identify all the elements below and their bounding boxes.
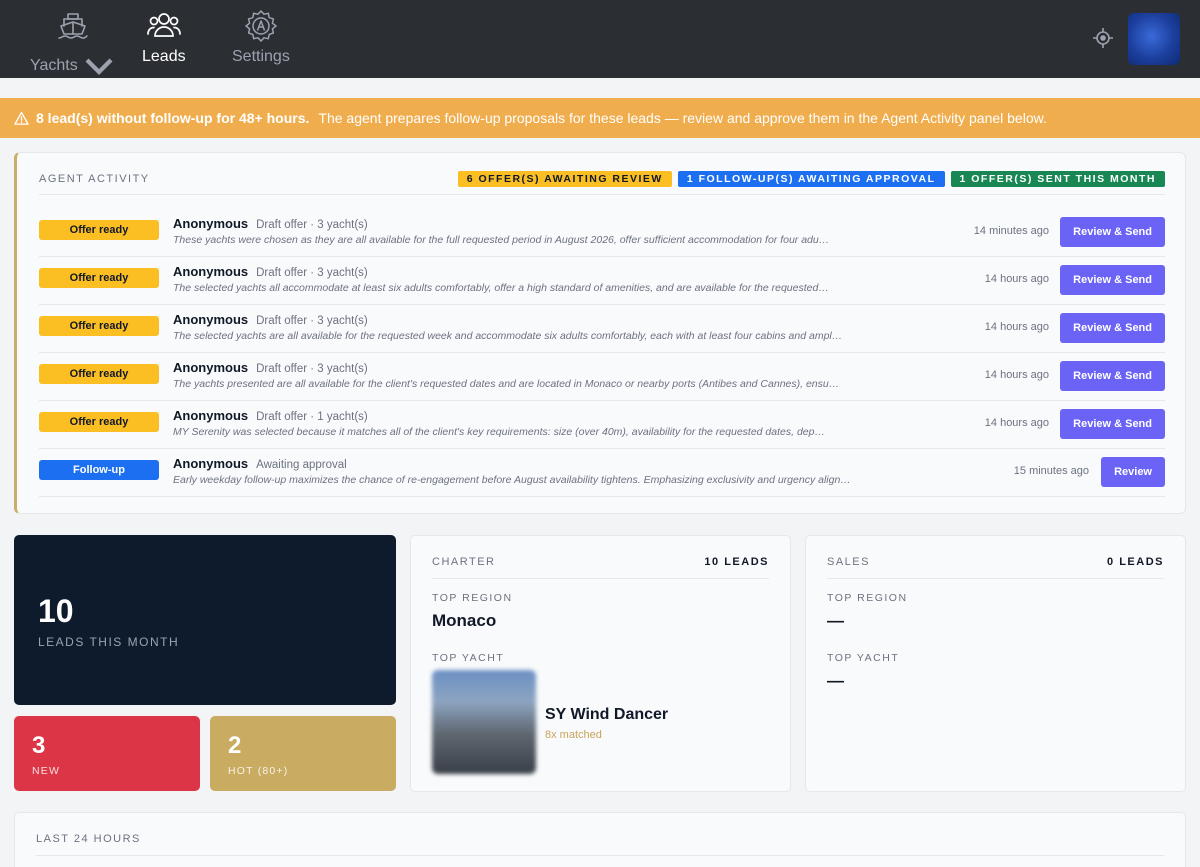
activity-row[interactable]: Offer ready Anonymous Draft offer · 1 yac… — [39, 401, 1165, 449]
user-avatar[interactable] — [1128, 13, 1180, 65]
new-leads-value: 3 — [32, 732, 46, 759]
lead-description: Early weekday follow-up maximizes the ch… — [173, 474, 851, 486]
nav-leads[interactable]: Leads — [142, 8, 186, 66]
activity-row[interactable]: Offer ready Anonymous Draft offer · 3 yac… — [39, 305, 1165, 353]
review-send-button[interactable]: Review & Send — [1060, 313, 1165, 343]
follow-up-alert: 8 lead(s) without follow-up for 48+ hour… — [0, 98, 1200, 138]
lead-description: The selected yachts all accommodate at l… — [173, 282, 829, 294]
activity-row[interactable]: Follow-up Anonymous Awaiting approval Ear… — [39, 449, 1165, 497]
hot-leads-label: HOT (80+) — [228, 765, 289, 777]
lead-meta: Draft offer · 3 yacht(s) — [256, 315, 368, 327]
top-yacht-name[interactable]: SY Wind Dancer — [545, 706, 668, 724]
review-send-button[interactable]: Review & Send — [1060, 217, 1165, 247]
timestamp: 14 hours ago — [984, 273, 1049, 285]
charter-title: CHARTER — [432, 556, 496, 568]
gear-icon — [245, 10, 277, 42]
hot-leads-card[interactable]: 2 HOT (80+) — [210, 716, 396, 791]
warning-icon — [14, 111, 29, 125]
awaiting-review-badge: 6 OFFER(S) AWAITING REVIEW — [457, 171, 672, 187]
timestamp: 15 minutes ago — [1013, 465, 1089, 477]
sales-card: SALES 0 LEADS TOP REGION — TOP YACHT — — [805, 535, 1186, 792]
lead-description: The yachts presented are all available f… — [173, 378, 840, 390]
lead-name: Anonymous — [173, 456, 249, 471]
nav-settings-label: Settings — [232, 48, 290, 65]
review-send-button[interactable]: Review & Send — [1060, 409, 1165, 439]
new-leads-card[interactable]: 3 NEW — [14, 716, 200, 791]
yacht-thumbnail[interactable] — [432, 670, 536, 774]
top-yacht-matches: 8x matched — [545, 729, 602, 741]
top-region-value: Monaco — [432, 611, 497, 630]
activity-row[interactable]: Offer ready Anonymous Draft offer · 3 yac… — [39, 209, 1165, 257]
top-yacht-label: TOP YACHT — [827, 652, 900, 664]
lead-description: MY Serenity was selected because it matc… — [173, 426, 825, 438]
lead-meta: Draft offer · 1 yacht(s) — [256, 411, 368, 423]
offer-ready-tag: Offer ready — [39, 220, 159, 240]
users-icon — [146, 13, 181, 37]
review-send-button[interactable]: Review & Send — [1060, 361, 1165, 391]
charter-count: 10 LEADS — [704, 556, 769, 568]
top-yacht-label: TOP YACHT — [432, 652, 505, 664]
lead-description: These yachts were chosen as they are all… — [173, 234, 830, 246]
nav-yachts[interactable]: Yachts — [30, 8, 117, 84]
timestamp: 14 hours ago — [984, 321, 1049, 333]
timestamp: 14 hours ago — [984, 417, 1049, 429]
charter-card: CHARTER 10 LEADS TOP REGION Monaco TOP Y… — [410, 535, 791, 792]
activity-row[interactable]: Offer ready Anonymous Draft offer · 3 yac… — [39, 353, 1165, 401]
top-yacht-value: — — [827, 671, 844, 690]
follow-up-tag: Follow-up — [39, 460, 159, 480]
agent-activity-title: AGENT ACTIVITY — [39, 173, 150, 185]
sales-count: 0 LEADS — [1107, 556, 1164, 568]
timestamp: 14 hours ago — [984, 369, 1049, 381]
lead-name: Anonymous — [173, 408, 249, 423]
lead-description: The selected yachts are all available fo… — [173, 330, 843, 342]
leads-this-month-value: 10 — [38, 593, 74, 629]
alert-headline: 8 lead(s) without follow-up for 48+ hour… — [36, 110, 310, 126]
lead-name: Anonymous — [173, 312, 249, 327]
lead-name: Anonymous — [173, 216, 249, 231]
leads-this-month-card: 10 LEADS THIS MONTH — [14, 535, 396, 705]
agent-activity-header: AGENT ACTIVITY 6 OFFER(S) AWAITING REVIE… — [39, 171, 1165, 195]
alert-text: The agent prepares follow-up proposals f… — [318, 110, 1047, 126]
crosshair-icon[interactable] — [1091, 26, 1115, 50]
offer-ready-tag: Offer ready — [39, 412, 159, 432]
hot-leads-value: 2 — [228, 732, 242, 759]
lead-name: Anonymous — [173, 264, 249, 279]
top-navbar: Yachts Leads Settings — [0, 0, 1200, 78]
lead-meta: Awaiting approval — [256, 459, 347, 471]
sales-title: SALES — [827, 556, 870, 568]
new-leads-label: NEW — [32, 765, 61, 777]
top-region-label: TOP REGION — [432, 592, 513, 604]
review-button[interactable]: Review — [1101, 457, 1165, 487]
timestamp: 14 minutes ago — [973, 225, 1049, 237]
nav-leads-label: Leads — [142, 48, 186, 65]
activity-list: Offer ready Anonymous Draft offer · 3 yac… — [39, 209, 1165, 497]
top-region-label: TOP REGION — [827, 592, 908, 604]
last-24-hours-title: LAST 24 HOURS — [36, 833, 141, 845]
last-24-hours-panel: LAST 24 HOURS — [14, 812, 1186, 867]
top-region-value: — — [827, 611, 844, 630]
offer-ready-tag: Offer ready — [39, 268, 159, 288]
nav-yachts-label: Yachts — [30, 57, 78, 74]
lead-name: Anonymous — [173, 360, 249, 375]
chevron-down-icon — [85, 58, 113, 75]
awaiting-approval-badge: 1 FOLLOW-UP(S) AWAITING APPROVAL — [677, 171, 945, 187]
nav-settings[interactable]: Settings — [232, 8, 290, 66]
lead-meta: Draft offer · 3 yacht(s) — [256, 267, 368, 279]
lead-meta: Draft offer · 3 yacht(s) — [256, 219, 368, 231]
ship-icon — [58, 13, 89, 39]
lead-meta: Draft offer · 3 yacht(s) — [256, 363, 368, 375]
offer-ready-tag: Offer ready — [39, 364, 159, 384]
leads-this-month-label: LEADS THIS MONTH — [38, 635, 180, 649]
review-send-button[interactable]: Review & Send — [1060, 265, 1165, 295]
offer-ready-tag: Offer ready — [39, 316, 159, 336]
sent-this-month-badge: 1 OFFER(S) SENT THIS MONTH — [950, 171, 1165, 187]
activity-row[interactable]: Offer ready Anonymous Draft offer · 3 yac… — [39, 257, 1165, 305]
agent-activity-panel: AGENT ACTIVITY 6 OFFER(S) AWAITING REVIE… — [14, 152, 1186, 514]
